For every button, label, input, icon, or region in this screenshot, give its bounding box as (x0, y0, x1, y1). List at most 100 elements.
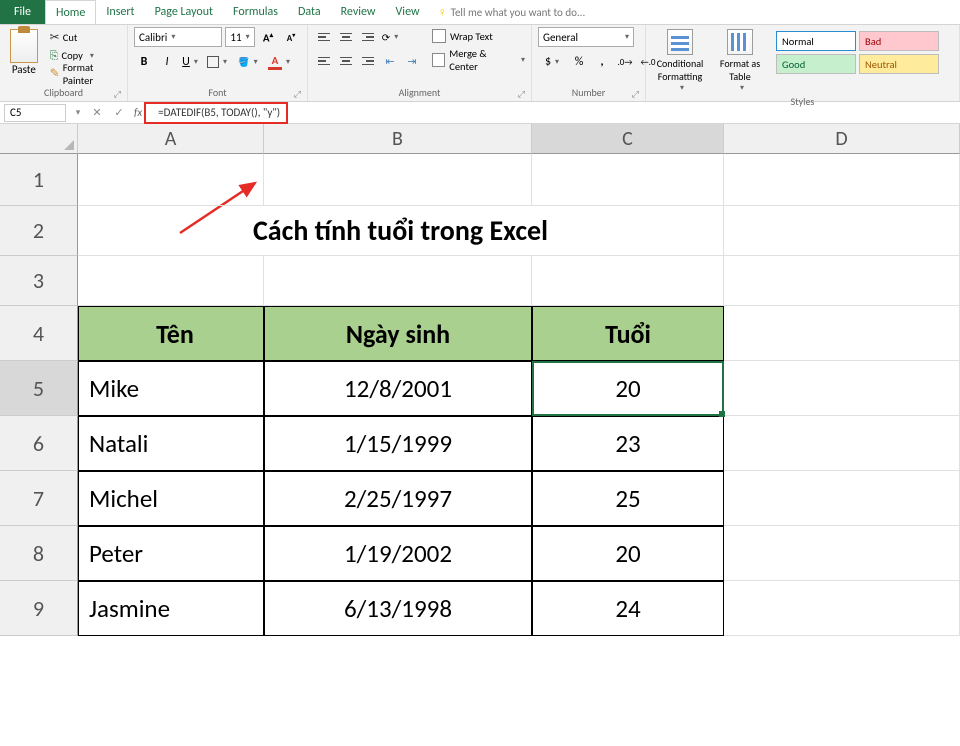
row-header-3[interactable]: 3 (0, 256, 78, 306)
name-box[interactable]: C5 (4, 104, 66, 122)
decrease-indent-button[interactable]: ⇤ (380, 51, 400, 71)
row-header-1[interactable]: 1 (0, 154, 78, 206)
row-header-9[interactable]: 9 (0, 581, 78, 636)
bold-button[interactable]: B (134, 52, 154, 72)
col-header-D[interactable]: D (724, 124, 960, 154)
cell-B8[interactable]: 1/19/2002 (264, 526, 532, 581)
enter-formula-button[interactable]: ✓ (108, 106, 130, 119)
cell-B6[interactable]: 1/15/1999 (264, 416, 532, 471)
row-header-8[interactable]: 8 (0, 526, 78, 581)
cell-A6[interactable]: Natali (78, 416, 264, 471)
cell-A4[interactable]: Tên (78, 306, 264, 361)
cell-D7[interactable] (724, 471, 960, 526)
cell-A5[interactable]: Mike (78, 361, 264, 416)
paste-button[interactable]: Paste (6, 27, 42, 76)
cell-D4[interactable] (724, 306, 960, 361)
align-center-button[interactable] (336, 51, 356, 71)
clipboard-dialog-icon[interactable]: ⤢ (114, 89, 121, 100)
align-left-button[interactable] (314, 51, 334, 71)
tab-file[interactable]: File (0, 0, 45, 24)
col-header-A[interactable]: A (78, 124, 264, 154)
comma-button[interactable]: , (592, 52, 612, 72)
borders-button[interactable]: ▾ (203, 52, 231, 72)
alignment-dialog-icon[interactable]: ⤢ (518, 89, 525, 100)
cut-button[interactable]: ✂Cut (46, 29, 121, 46)
formula-input[interactable]: =DATEDIF(B5, TODAY(), "y") (152, 104, 280, 122)
row-header-4[interactable]: 4 (0, 306, 78, 361)
decrease-font-button[interactable]: A▾ (281, 27, 301, 47)
name-box-dropdown[interactable]: ▾ (70, 107, 86, 118)
tab-formulas[interactable]: Formulas (223, 0, 288, 24)
cell-A1[interactable] (78, 154, 264, 206)
cell-C4[interactable]: Tuổi (532, 306, 724, 361)
orientation-button[interactable]: ⟳▾ (380, 27, 400, 47)
increase-indent-button[interactable]: ⇥ (402, 51, 422, 71)
select-all-corner[interactable] (0, 124, 78, 154)
number-dialog-icon[interactable]: ⤢ (632, 89, 639, 100)
cell-C1[interactable] (532, 154, 724, 206)
cell-B3[interactable] (264, 256, 532, 306)
cell-D3[interactable] (724, 256, 960, 306)
align-right-button[interactable] (358, 51, 378, 71)
format-painter-button[interactable]: ✎Format Painter (46, 65, 121, 82)
row-header-2[interactable]: 2 (0, 206, 78, 256)
font-color-button[interactable]: A▾ (265, 52, 293, 72)
cell-B9[interactable]: 6/13/1998 (264, 581, 532, 636)
cell-D9[interactable] (724, 581, 960, 636)
accounting-format-button[interactable]: $▾ (538, 52, 566, 72)
cancel-formula-button[interactable]: ✕ (86, 106, 108, 119)
cell-D1[interactable] (724, 154, 960, 206)
wrap-text-button[interactable]: Wrap Text (432, 29, 525, 43)
style-normal[interactable]: Normal (776, 31, 856, 51)
style-good[interactable]: Good (776, 54, 856, 74)
cell-C6[interactable]: 23 (532, 416, 724, 471)
align-bottom-button[interactable] (358, 27, 378, 47)
tab-data[interactable]: Data (288, 0, 331, 24)
cell-B4[interactable]: Ngày sinh (264, 306, 532, 361)
tab-page-layout[interactable]: Page Layout (145, 0, 223, 24)
font-dialog-icon[interactable]: ⤢ (294, 89, 301, 100)
align-top-button[interactable] (314, 27, 334, 47)
row-header-7[interactable]: 7 (0, 471, 78, 526)
tab-home[interactable]: Home (45, 0, 96, 24)
cell-C9[interactable]: 24 (532, 581, 724, 636)
cell-A8[interactable]: Peter (78, 526, 264, 581)
cell-B5[interactable]: 12/8/2001 (264, 361, 532, 416)
cell-title[interactable]: Cách tính tuổi trong Excel (78, 206, 724, 256)
percent-button[interactable]: % (569, 52, 589, 72)
cell-C7[interactable]: 25 (532, 471, 724, 526)
font-name-select[interactable]: Calibri▾ (134, 27, 222, 47)
tab-insert[interactable]: Insert (96, 0, 144, 24)
cell-D6[interactable] (724, 416, 960, 471)
increase-font-button[interactable]: A▴ (258, 27, 278, 47)
font-size-select[interactable]: 11▾ (225, 27, 255, 47)
align-middle-button[interactable] (336, 27, 356, 47)
fx-icon[interactable]: fx (134, 106, 142, 119)
merge-center-button[interactable]: Merge & Center▾ (432, 47, 525, 73)
cell-C3[interactable] (532, 256, 724, 306)
col-header-B[interactable]: B (264, 124, 532, 154)
increase-decimal-button[interactable]: .0→ (615, 52, 635, 72)
tab-view[interactable]: View (386, 0, 430, 24)
number-format-select[interactable]: General▾ (538, 27, 634, 47)
tab-review[interactable]: Review (331, 0, 386, 24)
cell-C5[interactable]: 20 (532, 361, 724, 416)
cell-C8[interactable]: 20 (532, 526, 724, 581)
cell-B1[interactable] (264, 154, 532, 206)
row-header-5[interactable]: 5 (0, 361, 78, 416)
cell-A7[interactable]: Michel (78, 471, 264, 526)
format-as-table-button[interactable]: Format as Table▾ (712, 29, 768, 93)
style-neutral[interactable]: Neutral (859, 54, 939, 74)
row-header-6[interactable]: 6 (0, 416, 78, 471)
italic-button[interactable]: I (157, 52, 177, 72)
cell-B7[interactable]: 2/25/1997 (264, 471, 532, 526)
col-header-C[interactable]: C (532, 124, 724, 154)
cell-A9[interactable]: Jasmine (78, 581, 264, 636)
fill-color-button[interactable]: 🪣▾ (234, 52, 262, 72)
cell-D2[interactable] (724, 206, 960, 256)
underline-button[interactable]: U▾ (180, 52, 200, 72)
style-bad[interactable]: Bad (859, 31, 939, 51)
cell-D5[interactable] (724, 361, 960, 416)
tell-me-search[interactable]: ♀Tell me what you want to do... (438, 5, 586, 20)
cell-A3[interactable] (78, 256, 264, 306)
